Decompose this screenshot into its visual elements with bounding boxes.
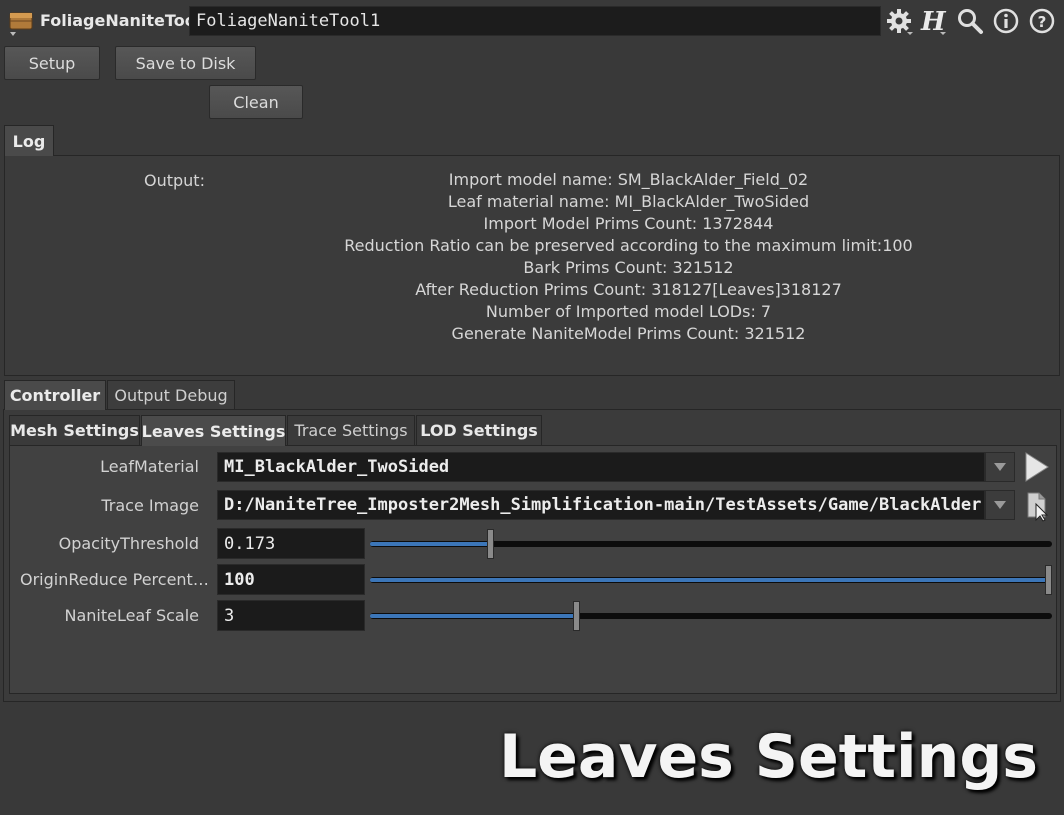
tab-trace-settings[interactable]: Trace Settings (287, 415, 415, 446)
svg-text:H: H (920, 7, 947, 36)
nanite-leaf-scale-input[interactable]: 3 (217, 600, 365, 631)
leaf-material-label: LeafMaterial (100, 457, 199, 476)
tab-lod-settings[interactable]: LOD Settings (416, 415, 542, 446)
origin-reduce-percent-slider[interactable] (370, 565, 1052, 595)
log-line: After Reduction Prims Count: 318127[Leav… (415, 280, 842, 299)
chevron-down-icon (994, 501, 1006, 509)
output-log: Import model name: SM_BlackAlder_Field_0… (300, 169, 957, 345)
slider-fill (370, 578, 1048, 582)
help-icon[interactable]: ? (1027, 6, 1057, 36)
nanite-leaf-scale-label: NaniteLeaf Scale (64, 606, 199, 625)
slider-fill (370, 614, 576, 618)
houdini-help-icon[interactable]: H (918, 6, 948, 36)
slider-handle[interactable] (573, 601, 580, 631)
leaf-material-field[interactable]: MI_BlackAlder_TwoSided (217, 452, 985, 482)
output-label: Output: (144, 171, 205, 190)
log-line: Bark Prims Count: 321512 (523, 258, 734, 277)
log-line: Generate NaniteModel Prims Count: 321512 (451, 324, 806, 343)
gear-icon[interactable] (884, 6, 914, 36)
slider-handle[interactable] (487, 529, 494, 559)
log-line: Number of Imported model LODs: 7 (485, 302, 772, 321)
svg-text:?: ? (1038, 13, 1047, 31)
node-type-label: FoliageNaniteTool (40, 11, 202, 30)
setup-button[interactable]: Setup (4, 46, 100, 80)
file-browse-icon[interactable] (1024, 490, 1052, 522)
tab-output-debug[interactable]: Output Debug (107, 380, 235, 410)
search-icon[interactable] (955, 6, 985, 36)
trace-image-label: Trace Image (101, 496, 199, 515)
node-name-input[interactable]: FoliageNaniteTool1 (189, 6, 881, 36)
opacity-threshold-slider[interactable] (370, 529, 1052, 559)
tab-log[interactable]: Log (4, 125, 54, 156)
save-to-disk-button[interactable]: Save to Disk (115, 46, 256, 80)
tab-controller[interactable]: Controller (4, 380, 106, 410)
slider-fill (370, 542, 490, 546)
log-line: Reduction Ratio can be preserved accordi… (344, 236, 913, 255)
log-line: Import Model Prims Count: 1372844 (483, 214, 774, 233)
chevron-down-icon (994, 463, 1006, 471)
origin-reduce-percent-input[interactable]: 100 (217, 564, 365, 595)
node-picker-icon[interactable] (1022, 451, 1050, 483)
origin-reduce-percent-label: OriginReduce Percent… (20, 570, 209, 589)
tab-leaves-settings[interactable]: Leaves Settings (141, 415, 286, 446)
log-line: Import model name: SM_BlackAlder_Field_0… (448, 170, 809, 189)
opacity-threshold-input[interactable]: 0.173 (217, 528, 365, 559)
log-line: Leaf material name: MI_BlackAlder_TwoSid… (447, 192, 810, 211)
info-icon[interactable] (991, 6, 1021, 36)
nanite-leaf-scale-slider[interactable] (370, 601, 1052, 631)
node-type-icon[interactable] (8, 7, 34, 37)
overlay-title: Leaves Settings (498, 722, 1038, 792)
slider-handle[interactable] (1045, 565, 1052, 595)
tab-mesh-settings[interactable]: Mesh Settings (9, 415, 140, 446)
clean-button[interactable]: Clean (209, 85, 303, 119)
trace-image-dropdown[interactable] (985, 490, 1015, 520)
leaf-material-dropdown[interactable] (985, 452, 1015, 482)
opacity-threshold-label: OpacityThreshold (58, 534, 199, 553)
trace-image-field[interactable]: D:/NaniteTree_Imposter2Mesh_Simplificati… (217, 490, 985, 520)
